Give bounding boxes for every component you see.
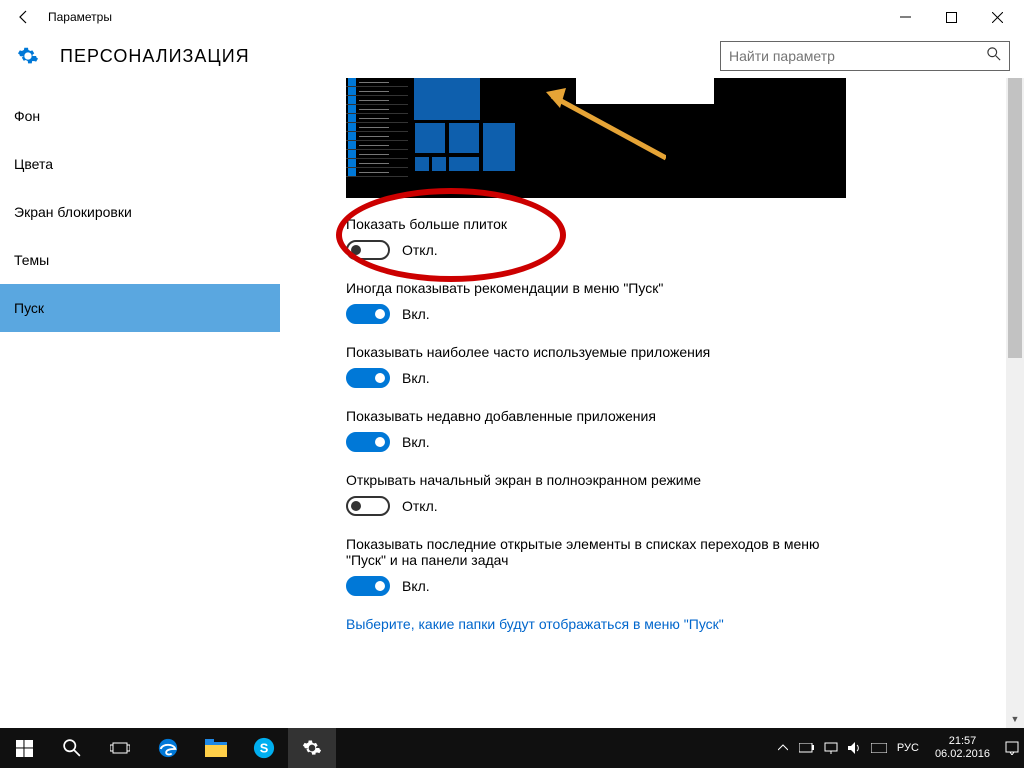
setting-fullscreen: Открывать начальный экран в полноэкранно…	[346, 472, 1004, 516]
setting-jumplists: Показывать последние открытые элементы в…	[346, 536, 1004, 596]
toggle-state: Вкл.	[402, 306, 430, 322]
choose-folders-link[interactable]: Выберите, какие папки будут отображаться…	[346, 616, 1004, 632]
search-icon	[987, 47, 1001, 66]
setting-recently-added: Показывать недавно добавленные приложени…	[346, 408, 1004, 452]
setting-label: Показать больше плиток	[346, 216, 846, 232]
sidebar-item-themes[interactable]: Темы	[0, 236, 280, 284]
sidebar-item-background[interactable]: Фон	[0, 92, 280, 140]
setting-recommendations: Иногда показывать рекомендации в меню "П…	[346, 280, 1004, 324]
sidebar-item-lockscreen[interactable]: Экран блокировки	[0, 188, 280, 236]
sidebar-item-label: Фон	[14, 108, 40, 124]
toggle-state: Вкл.	[402, 578, 430, 594]
setting-label: Показывать последние открытые элементы в…	[346, 536, 846, 568]
toggle-fullscreen[interactable]	[346, 496, 390, 516]
tray-network-icon[interactable]	[819, 728, 843, 768]
scroll-thumb[interactable]	[1008, 78, 1022, 358]
setting-label: Показывать недавно добавленные приложени…	[346, 408, 846, 424]
toggle-jumplists[interactable]	[346, 576, 390, 596]
sidebar: Фон Цвета Экран блокировки Темы Пуск	[0, 78, 280, 728]
search-box[interactable]	[720, 41, 1010, 71]
preview-tile: Aa	[414, 78, 480, 120]
toggle-state: Откл.	[402, 242, 438, 258]
tray-keyboard-icon[interactable]	[867, 728, 891, 768]
scrollbar[interactable]: ▲ ▼	[1006, 78, 1024, 728]
toggle-state: Откл.	[402, 498, 438, 514]
tray-battery-icon[interactable]	[795, 728, 819, 768]
toggle-state: Вкл.	[402, 370, 430, 386]
maximize-button[interactable]	[928, 1, 974, 33]
start-button[interactable]	[0, 728, 48, 768]
tray-date: 06.02.2016	[935, 748, 990, 761]
skype-button[interactable]: S	[240, 728, 288, 768]
annotation-arrow	[546, 88, 666, 198]
settings-button[interactable]	[288, 728, 336, 768]
close-button[interactable]	[974, 1, 1020, 33]
back-button[interactable]	[4, 1, 44, 33]
tray-lang[interactable]: РУС	[891, 742, 925, 754]
taskview-button[interactable]	[96, 728, 144, 768]
sidebar-item-label: Пуск	[14, 300, 44, 316]
gear-icon	[14, 42, 42, 70]
titlebar: Параметры	[0, 0, 1024, 34]
tray-clock[interactable]: 21:57 06.02.2016	[925, 735, 1000, 761]
svg-text:S: S	[260, 741, 269, 756]
header: ПЕРСОНАЛИЗАЦИЯ	[0, 34, 1024, 78]
setting-label: Иногда показывать рекомендации в меню "П…	[346, 280, 846, 296]
sidebar-item-start[interactable]: Пуск	[0, 284, 280, 332]
start-preview: Aa	[346, 78, 846, 198]
toggle-most-used[interactable]	[346, 368, 390, 388]
toggle-state: Вкл.	[402, 434, 430, 450]
minimize-button[interactable]	[882, 1, 928, 33]
content: Aa Показать больше плиток Откл. Иногда п…	[280, 78, 1024, 728]
tray-chevron-icon[interactable]	[771, 728, 795, 768]
setting-label: Показывать наиболее часто используемые п…	[346, 344, 846, 360]
window-title: Параметры	[48, 10, 112, 24]
search-button[interactable]	[48, 728, 96, 768]
toggle-more-tiles[interactable]	[346, 240, 390, 260]
setting-label: Открывать начальный экран в полноэкранно…	[346, 472, 846, 488]
sidebar-item-label: Темы	[14, 252, 49, 268]
setting-most-used: Показывать наиболее часто используемые п…	[346, 344, 1004, 388]
tray-notifications-icon[interactable]	[1000, 728, 1024, 768]
scroll-down-icon[interactable]: ▼	[1006, 710, 1024, 728]
section-title: ПЕРСОНАЛИЗАЦИЯ	[60, 46, 250, 67]
search-input[interactable]	[729, 48, 987, 64]
edge-button[interactable]	[144, 728, 192, 768]
setting-more-tiles: Показать больше плиток Откл.	[346, 216, 1004, 260]
toggle-recently-added[interactable]	[346, 432, 390, 452]
toggle-recommendations[interactable]	[346, 304, 390, 324]
explorer-button[interactable]	[192, 728, 240, 768]
tray-time: 21:57	[935, 735, 990, 748]
taskbar: S РУС 21:57 06.02.2016	[0, 728, 1024, 768]
tray-volume-icon[interactable]	[843, 728, 867, 768]
sidebar-item-label: Цвета	[14, 156, 53, 172]
sidebar-item-label: Экран блокировки	[14, 204, 132, 220]
sidebar-item-colors[interactable]: Цвета	[0, 140, 280, 188]
